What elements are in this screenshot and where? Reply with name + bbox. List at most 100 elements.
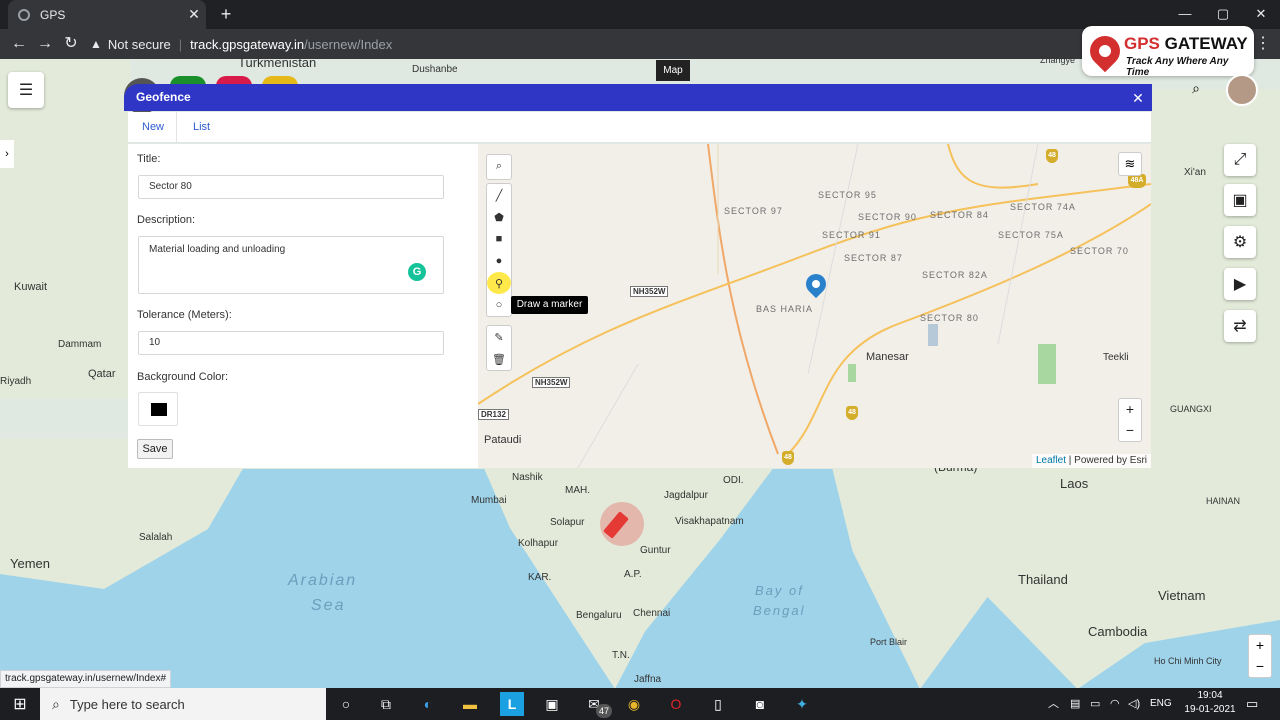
- zoom-out-button[interactable]: −: [1119, 420, 1141, 441]
- map-label: Yemen: [10, 556, 50, 571]
- task-view-icon[interactable]: ⧉: [374, 692, 398, 716]
- leaflet-link[interactable]: Leaflet: [1036, 455, 1066, 466]
- minimize-button[interactable]: —: [1166, 0, 1204, 29]
- forward-button[interactable]: →: [34, 33, 56, 55]
- map-label: Bengal: [753, 603, 806, 618]
- draw-rectangle-icon[interactable]: ■: [487, 228, 511, 250]
- notepad-icon[interactable]: ▯: [706, 692, 730, 716]
- search-icon[interactable]: ⌕: [487, 155, 511, 177]
- map-label: Thailand: [1018, 572, 1068, 587]
- chrome-icon[interactable]: ◉: [622, 692, 646, 716]
- play-icon[interactable]: ▶: [1224, 268, 1256, 300]
- sector-label: SECTOR 74A: [1010, 202, 1076, 212]
- wifi-icon[interactable]: ◠: [1110, 692, 1120, 716]
- tray-icon[interactable]: ▤: [1070, 692, 1080, 716]
- shuffle-icon[interactable]: ⇄: [1224, 310, 1256, 342]
- gps-gateway-logo: GPS GATEWAY Track Any Where Any Time: [1082, 26, 1254, 78]
- opera-icon[interactable]: O: [664, 692, 688, 716]
- reload-button[interactable]: ↻: [60, 33, 82, 55]
- new-tab-button[interactable]: +: [216, 4, 236, 24]
- map-label: Solapur: [550, 517, 585, 528]
- tray-chevron-icon[interactable]: ︿: [1048, 692, 1059, 716]
- bg-color-label: Background Color:: [137, 371, 229, 383]
- close-icon[interactable]: ✕: [1130, 90, 1146, 106]
- color-picker[interactable]: [138, 392, 178, 426]
- tab-new[interactable]: New: [130, 112, 178, 143]
- sector-label: SECTOR 87: [844, 253, 903, 263]
- zoom-in-button[interactable]: +: [1119, 399, 1141, 420]
- notifications-icon[interactable]: ▭: [1246, 692, 1258, 716]
- draw-circlemarker-icon[interactable]: ○: [487, 294, 511, 316]
- map-label: Jagdalpur: [664, 490, 708, 501]
- tab-list[interactable]: List: [181, 112, 222, 143]
- map-label: Mumbai: [471, 495, 507, 506]
- draw-marker-icon[interactable]: ⚲: [487, 272, 511, 294]
- bg-zoom-control: + −: [1248, 634, 1272, 678]
- system-clock[interactable]: 19:04 19-01-2021: [1184, 689, 1236, 717]
- back-button[interactable]: ←: [8, 33, 30, 55]
- battery-icon[interactable]: ▭: [1090, 692, 1100, 716]
- close-tab-icon[interactable]: ✕: [182, 6, 206, 23]
- avatar[interactable]: [1226, 74, 1258, 106]
- browser-menu-icon[interactable]: ⋮: [1254, 33, 1272, 55]
- search-placeholder: Type here to search: [69, 696, 185, 712]
- draw-polyline-icon[interactable]: ╱: [487, 184, 511, 206]
- sector-label: SECTOR 97: [724, 206, 783, 216]
- bg-zoom-in-button[interactable]: +: [1249, 635, 1271, 656]
- nh-shield: 48: [1046, 149, 1058, 163]
- globe-icon: [18, 8, 30, 21]
- description-field[interactable]: Material loading and unloading: [138, 236, 444, 294]
- cortana-icon[interactable]: ○: [334, 692, 358, 716]
- maximize-button[interactable]: ▢: [1204, 0, 1242, 29]
- map-tab[interactable]: Map: [656, 60, 690, 81]
- map-label: Chennai: [633, 608, 671, 619]
- grammarly-icon[interactable]: G: [408, 263, 426, 281]
- divider: |: [178, 36, 183, 52]
- sector-label: SECTOR 70: [1070, 246, 1129, 256]
- volume-icon[interactable]: ◁): [1128, 692, 1140, 716]
- browser-tab[interactable]: GPS ✕: [8, 0, 206, 29]
- warning-icon: ▲: [90, 37, 102, 51]
- hamburger-menu-icon[interactable]: ☰: [8, 72, 44, 108]
- location-pin-icon: [1083, 29, 1127, 73]
- sector-label: SECTOR 91: [822, 230, 881, 240]
- sector-label: SECTOR 75A: [998, 230, 1064, 240]
- edge-icon[interactable]: ◐: [416, 692, 440, 716]
- file-explorer-icon[interactable]: ▬: [458, 692, 482, 716]
- layers-icon[interactable]: ≋: [1118, 152, 1142, 176]
- draw-circle-icon[interactable]: ●: [487, 250, 511, 272]
- language-indicator[interactable]: ENG: [1150, 692, 1172, 716]
- nh-shield: 48: [846, 406, 858, 420]
- search-tool[interactable]: ⌕: [486, 154, 512, 180]
- close-window-button[interactable]: ✕: [1242, 0, 1280, 29]
- map-label: A.P.: [624, 569, 642, 580]
- logo-text: GPS GATEWAY: [1124, 34, 1248, 53]
- tolerance-field[interactable]: 10: [138, 331, 444, 355]
- map-label: Kuwait: [14, 281, 48, 293]
- map-label: Visakhapatnam: [675, 516, 744, 527]
- store-icon[interactable]: ▣: [540, 692, 564, 716]
- vehicle-marker[interactable]: [600, 502, 644, 546]
- map-label: Dammam: [58, 339, 102, 350]
- app-icon[interactable]: ✦: [790, 692, 814, 716]
- map-label: Guntur: [640, 545, 671, 556]
- address-bar[interactable]: ▲ Not secure | track.gpsgateway.in /user…: [90, 31, 1090, 57]
- gear-icon[interactable]: ⚙: [1224, 226, 1256, 258]
- fullscreen-icon[interactable]: ⤢: [1224, 144, 1256, 176]
- expand-sidebar-icon[interactable]: ›: [0, 140, 14, 168]
- save-button[interactable]: Save: [137, 439, 173, 459]
- delete-layers-icon[interactable]: 🗑: [487, 348, 511, 370]
- place-label: Pataudi: [484, 434, 522, 446]
- draw-polygon-icon[interactable]: ⬟: [487, 206, 511, 228]
- bg-zoom-out-button[interactable]: −: [1249, 656, 1271, 677]
- map-layers-icon[interactable]: ▣: [1224, 184, 1256, 216]
- camera-icon[interactable]: ◙: [748, 692, 772, 716]
- vehicle-icon: [603, 511, 629, 539]
- windows-start-icon[interactable]: ⊞: [8, 692, 32, 716]
- edit-layers-icon[interactable]: ✎: [487, 326, 511, 348]
- search-icon[interactable]: ⌕: [1186, 80, 1206, 100]
- title-field[interactable]: Sector 80: [138, 175, 444, 199]
- map-label: Xi'an: [1184, 167, 1206, 178]
- app-l-icon[interactable]: L: [500, 692, 524, 716]
- taskbar-search[interactable]: ⌕ Type here to search: [40, 688, 326, 720]
